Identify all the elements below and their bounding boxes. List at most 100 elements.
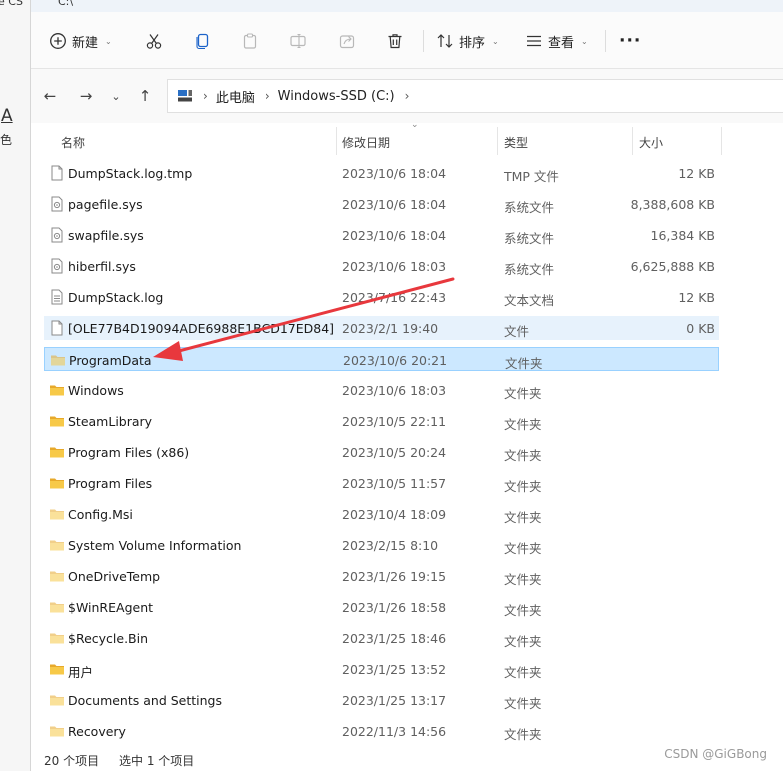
rename-icon	[290, 33, 306, 49]
view-button[interactable]: 查看 ⌄	[525, 26, 588, 56]
copy-button[interactable]	[194, 26, 212, 56]
file-name: SteamLibrary	[68, 414, 153, 429]
file-row[interactable]: swapfile.sys 2023/10/6 18:04 系统文件 16,384 KB	[44, 223, 719, 247]
breadcrumb-this-pc[interactable]: 此电脑	[216, 87, 255, 106]
cut-button[interactable]	[145, 26, 163, 56]
plus-circle-icon	[50, 33, 66, 49]
file-date: 2023/10/6 18:04	[342, 166, 447, 181]
share-button[interactable]	[338, 26, 356, 56]
file-row[interactable]: Documents and Settings 2023/1/25 13:17 文件夹	[44, 688, 719, 712]
file-name: System Volume Information	[68, 538, 242, 553]
column-header-row: ⌄ 名称 修改日期 类型 大小	[31, 120, 783, 157]
file-type: 文件夹	[504, 448, 542, 463]
folder-icon	[49, 475, 65, 491]
sort-button[interactable]: 排序 ⌄	[436, 26, 499, 56]
file-type: 文件	[504, 324, 530, 339]
file-icon	[49, 165, 65, 181]
file-date: 2023/10/6 18:03	[342, 383, 447, 398]
folder-icon	[50, 352, 66, 368]
file-name: $WinREAgent	[68, 600, 154, 615]
sort-icon	[437, 34, 453, 48]
folder-icon	[49, 692, 65, 708]
file-date: 2023/10/6 18:03	[342, 259, 447, 274]
file-row[interactable]: SteamLibrary 2023/10/5 22:11 文件夹	[44, 409, 719, 433]
file-row[interactable]: DumpStack.log 2023/7/16 22:43 文本文档 12 KB	[44, 285, 719, 309]
column-divider[interactable]	[497, 127, 498, 155]
folder-icon	[49, 661, 65, 677]
file-name: Config.Msi	[68, 507, 133, 522]
file-row[interactable]: hiberfil.sys 2023/10/6 18:03 系统文件 6,625,888…	[44, 254, 719, 278]
column-date[interactable]: 修改日期	[342, 134, 390, 151]
file-type: 文件夹	[504, 386, 542, 401]
toolbar-divider	[605, 30, 606, 52]
paste-button[interactable]	[241, 26, 259, 56]
forward-button[interactable]: →	[76, 86, 96, 106]
file-row[interactable]: DumpStack.log.tmp 2023/10/6 18:04 TMP 文件 12…	[44, 161, 719, 185]
column-divider[interactable]	[336, 127, 337, 155]
file-row[interactable]: 用户 2023/1/25 13:52 文件夹	[44, 657, 719, 681]
file-type: 文件夹	[504, 510, 542, 525]
folder-icon	[49, 444, 65, 460]
file-date: 2023/10/6 18:04	[342, 228, 447, 243]
delete-button[interactable]	[386, 26, 404, 56]
file-name: DumpStack.log.tmp	[68, 166, 193, 181]
file-name: Documents and Settings	[68, 693, 223, 708]
file-name: pagefile.sys	[68, 197, 143, 212]
toolbar-divider	[423, 30, 424, 52]
item-count: 20 个项目	[44, 754, 100, 768]
file-row[interactable]: $WinREAgent 2023/1/26 18:58 文件夹	[44, 595, 719, 619]
file-type: 文件夹	[505, 356, 543, 371]
recent-locations-button[interactable]: ⌄	[106, 86, 126, 106]
file-type: 文件夹	[504, 603, 542, 618]
up-button[interactable]: ↑	[135, 86, 155, 106]
clipboard-icon	[243, 33, 257, 49]
rename-button[interactable]	[289, 26, 307, 56]
command-bar: 新建 ⌄ 排序 ⌄ 查看 ⌄ ···	[31, 12, 783, 69]
background-window: e CS A 色	[0, 0, 31, 771]
file-row[interactable]: Recovery 2022/11/3 14:56 文件夹	[44, 719, 719, 743]
arrow-left-icon: ←	[43, 87, 57, 105]
more-icon: ···	[619, 31, 642, 51]
file-date: 2023/7/16 22:43	[342, 290, 447, 305]
file-type: TMP 文件	[504, 169, 559, 184]
share-icon	[339, 35, 355, 49]
file-row[interactable]: $Recycle.Bin 2023/1/25 18:46 文件夹	[44, 626, 719, 650]
file-date: 2023/10/5 11:57	[342, 476, 447, 491]
file-name: OneDriveTemp	[68, 569, 161, 584]
chevron-down-icon: ⌄	[111, 89, 121, 103]
file-row[interactable]: Program Files (x86) 2023/10/5 20:24 文件夹	[44, 440, 719, 464]
file-name: swapfile.sys	[68, 228, 144, 243]
file-row[interactable]: [OLE77B4D19094ADE6988E1BCD17ED84] 2023/2/…	[44, 316, 719, 340]
file-row[interactable]: ProgramData 2023/10/6 20:21 文件夹	[44, 347, 719, 371]
file-row[interactable]: OneDriveTemp 2023/1/26 19:15 文件夹	[44, 564, 719, 588]
more-options-button[interactable]: ···	[619, 26, 641, 56]
breadcrumb-drive[interactable]: Windows-SSD (C:)	[278, 89, 395, 104]
folder-icon	[49, 599, 65, 615]
folder-icon	[49, 382, 65, 398]
back-button[interactable]: ←	[40, 86, 60, 106]
column-divider[interactable]	[721, 127, 722, 155]
file-type: 文件夹	[504, 479, 542, 494]
title-bar: C:\	[31, 0, 783, 12]
file-type: 文件夹	[504, 727, 542, 742]
column-type[interactable]: 类型	[504, 134, 528, 151]
column-size[interactable]: 大小	[639, 134, 663, 151]
chevron-right-icon: ›	[264, 89, 270, 103]
file-row[interactable]: System Volume Information 2023/2/15 8:10 文…	[44, 533, 719, 557]
folder-icon	[49, 537, 65, 553]
file-row[interactable]: Program Files 2023/10/5 11:57 文件夹	[44, 471, 719, 495]
arrow-right-icon: →	[79, 87, 93, 105]
background-window-char: 色	[0, 133, 13, 147]
selected-count: 选中 1 个项目	[119, 754, 195, 768]
file-row[interactable]: Config.Msi 2023/10/4 18:09 文件夹	[44, 502, 719, 526]
column-name[interactable]: 名称	[61, 134, 85, 151]
copy-icon	[196, 33, 209, 50]
file-row[interactable]: Windows 2023/10/6 18:03 文件夹	[44, 378, 719, 402]
background-window-title: e CS	[0, 0, 23, 8]
address-bar[interactable]: › 此电脑 › Windows-SSD (C:) ›	[167, 79, 783, 113]
file-row[interactable]: pagefile.sys 2023/10/6 18:04 系统文件 8,388,608…	[44, 192, 719, 216]
column-divider[interactable]	[632, 127, 633, 155]
sort-label: 排序	[459, 35, 486, 51]
new-button[interactable]: 新建 ⌄	[49, 26, 112, 56]
computer-icon	[178, 90, 192, 102]
